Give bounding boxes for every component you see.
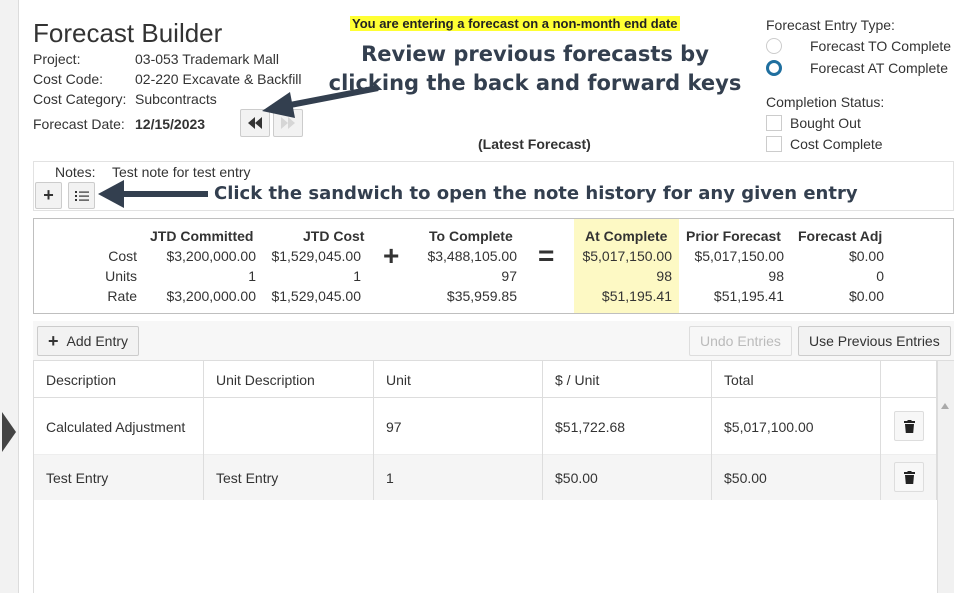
add-entry-label: Add Entry [66,333,128,349]
column-header-unit-description[interactable]: Unit Description [204,361,374,398]
add-note-button[interactable]: + [35,182,62,209]
completion-status-label: Completion Status: [766,94,885,110]
summary-cell: $51,195.41 [601,288,672,304]
summary-cell: $35,959.85 [446,288,517,304]
summary-cell: 1 [248,268,256,284]
summary-cell: $1,529,045.00 [271,248,361,264]
add-entry-button[interactable]: + Add Entry [37,326,139,356]
bought-out-label[interactable]: Bought Out [790,115,861,131]
radio-forecast-to-complete[interactable] [766,38,782,54]
delete-entry-button[interactable] [894,411,924,441]
arrow-to-nav-icon [262,85,379,118]
cell-unit-description[interactable] [204,398,374,455]
summary-cell: $0.00 [848,248,884,264]
radio-forecast-to-complete-label[interactable]: Forecast TO Complete [810,38,951,54]
summary-cell: $3,200,000.00 [166,288,256,304]
column-header-description[interactable]: Description [34,361,204,398]
summary-cell: 0 [876,268,884,284]
notes-text[interactable]: Test note for test entry [112,164,251,180]
notes-label: Notes: [55,164,96,180]
bought-out-checkbox[interactable] [766,115,782,131]
equals-operator: = [538,240,555,271]
summary-header-to-complete: To Complete [429,228,513,244]
summary-cell: $0.00 [848,288,884,304]
radio-forecast-at-complete[interactable] [766,60,782,76]
cell-unit[interactable]: 1 [374,455,543,500]
radio-forecast-at-complete-label[interactable]: Forecast AT Complete [810,60,948,76]
trash-icon [903,470,915,484]
cell-total[interactable]: $5,017,100.00 [712,398,881,455]
entry-type-label: Forecast Entry Type: [766,17,895,33]
cost-complete-label[interactable]: Cost Complete [790,136,883,152]
summary-cell: 98 [768,268,784,284]
summary-cell: $3,200,000.00 [166,248,256,264]
note-history-button[interactable] [68,182,95,209]
summary-header-prior-forecast: Prior Forecast [686,228,781,244]
trash-icon [903,419,915,433]
cell-total[interactable]: $50.00 [712,455,881,500]
summary-cell: $5,017,150.00 [694,248,784,264]
summary-cell: 97 [501,268,517,284]
cell-unit[interactable]: 97 [374,398,543,455]
summary-cell: $5,017,150.00 [582,248,672,264]
cell-unit-description[interactable]: Test Entry [204,455,374,500]
summary-row-label-units: Units [105,268,137,284]
cell-description[interactable]: Test Entry [34,455,204,500]
summary-row-label-cost: Cost [108,248,137,264]
undo-entries-button[interactable]: Undo Entries [689,326,792,356]
summary-header-at-complete: At Complete [585,228,668,244]
plus-icon: + [43,185,54,205]
scroll-up-arrow-icon[interactable] [941,403,949,409]
summary-header-jtd-committed: JTD Committed [150,228,254,244]
summary-cell: 1 [353,268,361,284]
column-header-per-unit[interactable]: $ / Unit [543,361,712,398]
cost-complete-checkbox[interactable] [766,136,782,152]
cell-per-unit[interactable]: $51,722.68 [543,398,712,455]
column-header-unit[interactable]: Unit [374,361,543,398]
use-previous-entries-button[interactable]: Use Previous Entries [798,326,951,356]
delete-entry-button[interactable] [894,462,924,492]
summary-cell: $3,488,105.00 [427,248,517,264]
summary-cell: 98 [656,268,672,284]
summary-cell: $1,529,045.00 [271,288,361,304]
column-header-total[interactable]: Total [712,361,881,398]
table-scrollbar[interactable] [937,361,954,593]
summary-header-jtd-cost: JTD Cost [303,228,365,244]
cell-description[interactable]: Calculated Adjustment [34,398,204,455]
plus-operator: + [383,240,400,271]
summary-cell: $51,195.41 [713,288,784,304]
cell-per-unit[interactable]: $50.00 [543,455,712,500]
list-icon [74,190,89,201]
column-header-actions [881,361,937,398]
summary-header-forecast-adj: Forecast Adj [798,228,883,244]
summary-row-label-rate: Rate [107,288,137,304]
plus-icon: + [48,330,59,351]
